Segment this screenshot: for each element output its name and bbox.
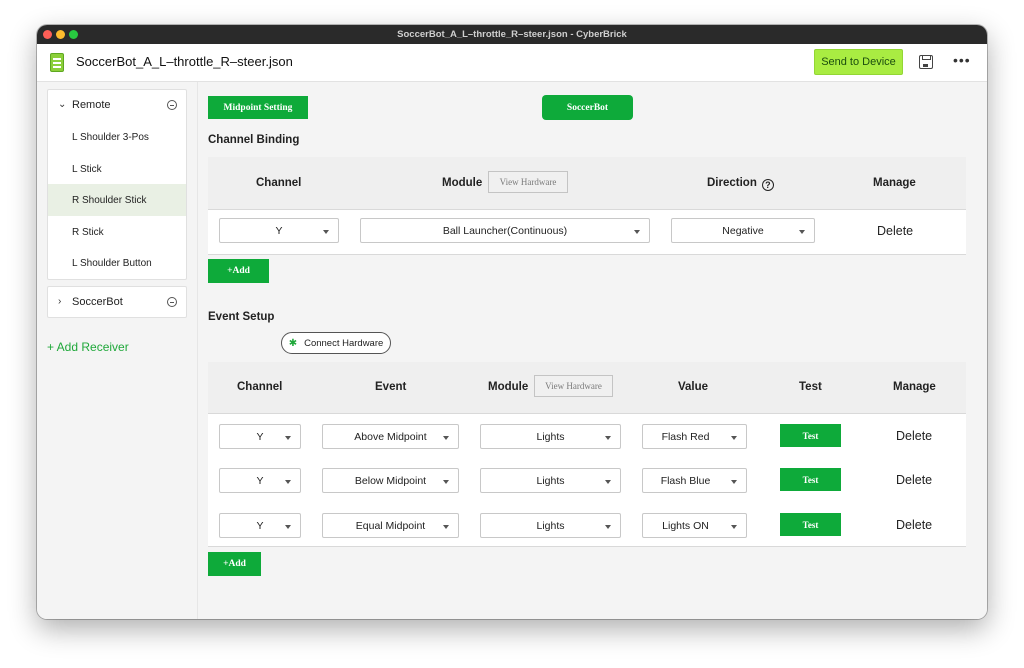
help-icon[interactable]: ? [761,179,774,191]
column-header-channel: Channel [237,381,283,393]
caret-down-icon [443,436,449,440]
column-header-manage: Manage [873,177,916,189]
app-header: SoccerBot_A_L–throttle_R–steer.json Send… [37,44,987,82]
row-divider [208,546,966,547]
receiver-name: Remote [72,99,111,111]
channel-select[interactable]: Y [219,513,301,538]
receiver-group-soccerbot: › SoccerBot [47,286,187,318]
add-event-button[interactable]: +Add [208,552,261,576]
event-select[interactable]: Below Midpoint [322,468,459,493]
test-button[interactable]: Test [780,424,841,447]
column-header-manage: Manage [893,381,936,393]
add-binding-button[interactable]: +Add [208,259,269,283]
event-select[interactable]: Above Midpoint [322,424,459,449]
chevron-down-icon[interactable]: ⌄ [58,99,66,110]
midpoint-setting-button[interactable]: Midpoint Setting [208,96,308,119]
caret-down-icon [605,480,611,484]
receiver-group-remote: ⌄ Remote L Shoulder 3-Pos L Stick R Shou… [47,89,187,280]
device-soccerbot-button[interactable]: SoccerBot [542,95,633,120]
save-icon[interactable] [919,55,933,69]
caret-down-icon [634,230,640,234]
event-select[interactable]: Equal Midpoint [322,513,459,538]
sidebar-item-l-shoulder-button[interactable]: L Shoulder Button [48,247,186,279]
receiver-name: SoccerBot [72,296,123,308]
table-header: Channel Module View Hardware Direction? … [208,157,966,210]
caret-down-icon [731,480,737,484]
column-header-test: Test [799,381,822,393]
view-hardware-button[interactable]: View Hardware [534,375,613,397]
bluetooth-icon: ✱ [288,337,298,349]
value-select[interactable]: Flash Blue [642,468,747,493]
json-file-icon [50,53,64,72]
channel-select[interactable]: Y [219,424,301,449]
file-name: SoccerBot_A_L–throttle_R–steer.json [76,54,293,69]
test-button[interactable]: Test [780,513,841,536]
column-header-value: Value [678,381,709,393]
direction-select[interactable]: Negative [671,218,815,243]
sidebar-item-r-stick[interactable]: R Stick [48,216,186,248]
module-select[interactable]: Ball Launcher(Continuous) [360,218,650,243]
caret-down-icon [605,436,611,440]
delete-event-button[interactable]: Delete [896,518,932,532]
channel-select[interactable]: Y [219,468,301,493]
delete-event-button[interactable]: Delete [896,429,932,443]
receiver-header-soccerbot[interactable]: › SoccerBot [48,287,186,318]
sidebar-item-l-shoulder-3pos[interactable]: L Shoulder 3-Pos [48,121,186,153]
more-options-icon[interactable]: ••• [953,52,971,68]
main-panel: Midpoint Setting SoccerBot Channel Bindi… [199,82,987,619]
add-receiver-button[interactable]: + Add Receiver [47,340,129,354]
title-bar: SoccerBot_A_L–throttle_R–steer.json - Cy… [37,25,987,44]
caret-down-icon [323,230,329,234]
minimize-window-button[interactable] [56,30,65,39]
caret-down-icon [731,436,737,440]
column-header-channel: Channel [256,177,302,189]
delete-event-button[interactable]: Delete [896,473,932,487]
caret-down-icon [799,230,805,234]
test-button[interactable]: Test [780,468,841,491]
table-header: Channel Event Module View Hardware Value… [208,362,966,414]
caret-down-icon [285,436,291,440]
view-hardware-button[interactable]: View Hardware [488,171,568,193]
window-controls [43,30,78,39]
caret-down-icon [731,525,737,529]
caret-down-icon [605,525,611,529]
column-header-direction: Direction? [707,177,774,191]
caret-down-icon [285,525,291,529]
chevron-right-icon[interactable]: › [58,296,61,307]
module-select[interactable]: Lights [480,513,621,538]
column-header-module: Module [488,381,529,393]
collapse-circle-icon[interactable] [167,100,177,110]
module-select[interactable]: Lights [480,468,621,493]
channel-select[interactable]: Y [219,218,339,243]
collapse-circle-icon[interactable] [167,297,177,307]
zoom-window-button[interactable] [69,30,78,39]
event-setup-title: Event Setup [208,311,275,323]
column-header-module: Module [442,177,483,189]
event-setup-table: Channel Event Module View Hardware Value… [208,362,966,547]
caret-down-icon [443,525,449,529]
row-divider [208,254,966,255]
channel-binding-table: Channel Module View Hardware Direction? … [208,157,966,255]
delete-binding-button[interactable]: Delete [877,224,913,238]
module-select[interactable]: Lights [480,424,621,449]
sidebar-item-r-shoulder-stick[interactable]: R Shoulder Stick [48,184,186,216]
app-window: SoccerBot_A_L–throttle_R–steer.json - Cy… [37,25,987,619]
caret-down-icon [285,480,291,484]
channel-binding-title: Channel Binding [208,134,300,146]
connect-hardware-button[interactable]: ✱ Connect Hardware [281,332,391,354]
column-header-event: Event [375,381,407,393]
value-select[interactable]: Flash Red [642,424,747,449]
sidebar-item-l-stick[interactable]: L Stick [48,153,186,185]
caret-down-icon [443,480,449,484]
send-to-device-button[interactable]: Send to Device [814,49,903,75]
close-window-button[interactable] [43,30,52,39]
receiver-header-remote[interactable]: ⌄ Remote [48,90,186,121]
window-title: SoccerBot_A_L–throttle_R–steer.json - Cy… [397,29,627,40]
sidebar: ⌄ Remote L Shoulder 3-Pos L Stick R Shou… [37,82,198,619]
value-select[interactable]: Lights ON [642,513,747,538]
